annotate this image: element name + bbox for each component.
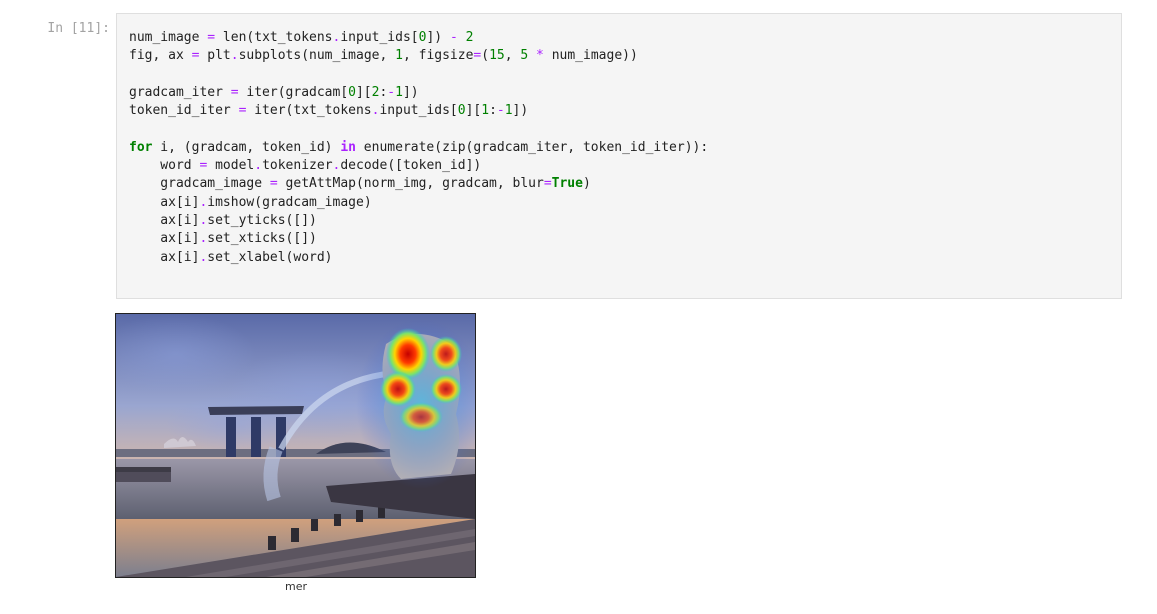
code-text[interactable]: num_image = len(txt_tokens.input_ids[0])… — [129, 29, 1109, 267]
code-line-7: for i, (gradcam, token_id) in enumerate(… — [129, 139, 709, 155]
code-line-8: word = model.tokenizer.decode([token_id]… — [129, 158, 482, 174]
code-line-1: num_image = len(txt_tokens.input_ids[0])… — [129, 30, 474, 45]
code-cell-editor[interactable]: num_image = len(txt_tokens.input_ids[0])… — [116, 13, 1122, 299]
code-line-2: fig, ax = plt.subplots(num_image, 1, fig… — [129, 48, 638, 64]
code-line-9: gradcam_image = getAttMap(norm_img, grad… — [129, 176, 591, 192]
code-line-12: ax[i].set_xticks([]) — [129, 231, 317, 247]
code-line-13: ax[i].set_xlabel(word) — [129, 249, 333, 265]
figure-xlabel: mer — [284, 580, 307, 593]
output-figure — [115, 313, 476, 578]
code-line-5: token_id_iter = iter(txt_tokens.input_id… — [129, 103, 529, 119]
merlion-gradcam-heatmap — [116, 314, 475, 577]
cell-prompt: In [11]: — [47, 21, 110, 36]
code-line-4: gradcam_iter = iter(gradcam[0][2:-1]) — [129, 84, 419, 100]
code-line-11: ax[i].set_yticks([]) — [129, 212, 317, 228]
code-line-10: ax[i].imshow(gradcam_image) — [129, 194, 372, 210]
